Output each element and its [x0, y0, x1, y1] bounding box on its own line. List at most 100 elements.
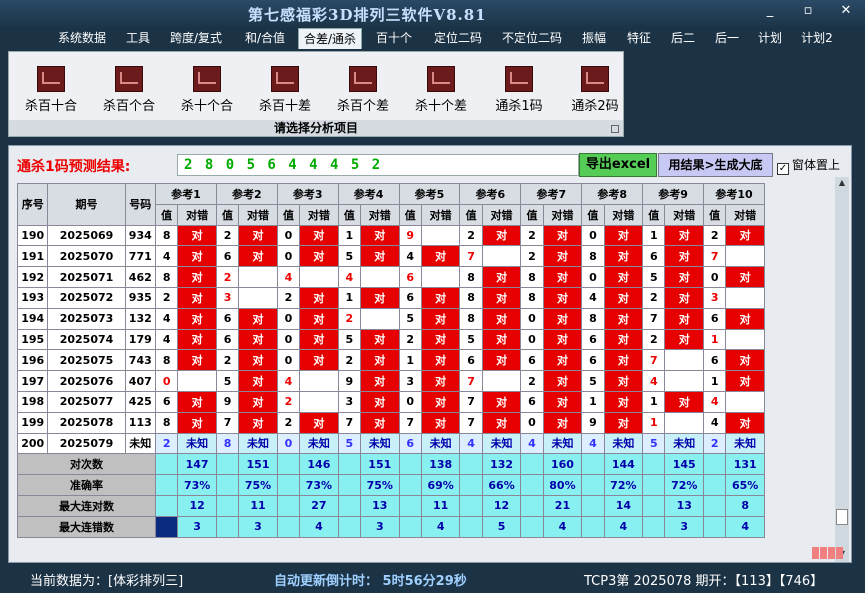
- menu-item[interactable]: 合差/通杀: [298, 28, 362, 49]
- stat-spacer: [703, 515, 727, 538]
- table-row[interactable]: 194 2025073 132 4 对 6 对 0 对 2 5 对 8 对 0 对 8 对 7 对 6 对: [16, 307, 765, 330]
- ribbon-button[interactable]: 杀百个合: [93, 66, 165, 114]
- forecast-value-cell: 4: [581, 432, 605, 455]
- ribbon-expand-icon[interactable]: [611, 125, 619, 133]
- seq-cell: 198: [16, 390, 49, 413]
- menu-item[interactable]: 振幅: [576, 28, 612, 49]
- stat-value: 4: [299, 515, 339, 538]
- value-cell: 6: [703, 349, 727, 372]
- scroll-thumb[interactable]: [836, 509, 848, 525]
- menu-item[interactable]: 定位二码: [428, 28, 488, 49]
- table-row[interactable]: 195 2025074 179 4 对 6 对 0 对 5 对 2 对 5 对 0 对 6 对 2 对 1: [16, 328, 765, 351]
- ribbon-button[interactable]: 杀十个差: [405, 66, 477, 114]
- check-cell: [725, 245, 765, 268]
- menu-item[interactable]: 特征: [620, 28, 658, 49]
- ref-header: 参考2: [215, 183, 278, 205]
- value-cell: 7: [459, 411, 483, 434]
- value-cell: 4: [154, 307, 179, 330]
- menu-item[interactable]: 百十个: [372, 28, 416, 49]
- stat-spacer: [276, 494, 301, 517]
- stat-value: 72%: [664, 474, 705, 496]
- value-cell: 8: [581, 245, 605, 268]
- forecast-row[interactable]: 200 2025079 未知 2 未知 8 未知 0 未知 5 未知 6 未知 4 未知 4 未知 4 未知 5 未知 2…: [16, 432, 765, 455]
- seq-cell: 193: [16, 286, 49, 309]
- scroll-up-icon[interactable]: ▲: [836, 178, 848, 190]
- stat-spacer: [215, 474, 240, 496]
- value-cell: 2: [398, 328, 422, 351]
- ribbon-panel: 请选择分析项目 杀百十合 杀百个合 杀十个合 杀百十差 杀百个差 杀十个差 通杀1码 通杀2码: [8, 51, 624, 137]
- check-cell: 对: [360, 328, 400, 351]
- check-header: 对错: [177, 203, 217, 226]
- value-cell: 7: [398, 411, 422, 434]
- menu-item[interactable]: 计划2: [796, 28, 838, 49]
- check-cell: [725, 390, 765, 413]
- close-icon[interactable]: ✕: [836, 3, 856, 18]
- ribbon-button[interactable]: 通杀1码: [483, 66, 555, 114]
- stat-spacer: [337, 453, 362, 476]
- issue-cell: 2025079: [47, 432, 126, 455]
- check-cell: [299, 370, 339, 392]
- table-row[interactable]: 199 2025078 113 8 对 7 对 2 对 7 对 7 对 7 对 0 对 9 对 1 4 对: [16, 411, 765, 434]
- ribbon-caption: 请选择分析项目: [9, 120, 623, 136]
- pin-window-checkbox[interactable]: ✓ 窗体置上: [777, 156, 840, 175]
- table-row[interactable]: 193 2025072 935 2 对 3 2 对 1 对 6 对 8 对 8 对 4 对 2 对 3: [16, 286, 765, 309]
- table-row[interactable]: 198 2025077 425 6 对 9 对 2 3 对 0 对 7 对 6 对 1 对 1 对 4: [16, 390, 765, 413]
- stat-spacer: [520, 494, 544, 517]
- stat-spacer: [642, 515, 666, 538]
- value-cell: 1: [642, 411, 666, 434]
- check-cell: 对: [542, 224, 583, 247]
- checkbox-check-icon[interactable]: ✓: [777, 163, 789, 175]
- ribbon-button-label: 杀百十差: [258, 99, 311, 114]
- ribbon-button[interactable]: 杀百个差: [327, 66, 399, 114]
- menu-item[interactable]: 和/合值: [238, 28, 292, 49]
- ribbon-button[interactable]: 杀百十合: [15, 66, 87, 114]
- minimize-icon[interactable]: _: [760, 3, 780, 18]
- value-cell: 7: [459, 245, 483, 268]
- unknown-cell: 未知: [603, 432, 644, 455]
- value-cell: 7: [337, 411, 362, 434]
- check-cell: 对: [542, 266, 583, 288]
- seq-cell: 200: [16, 432, 49, 455]
- prediction-result-field[interactable]: 2 8 0 5 6 4 4 4 5 2: [177, 154, 579, 176]
- stat-row: 准确率 73% 75% 73% 75% 69% 66% 80% 72% 72% 65%: [17, 474, 765, 496]
- table-row[interactable]: 190 2025069 934 8 对 2 对 0 对 1 对 9 2 对 2 对 0 对 1 对 2 对: [16, 224, 765, 247]
- check-cell: [664, 411, 705, 434]
- export-excel-button[interactable]: 导出excel: [579, 153, 657, 177]
- restore-icon[interactable]: ▫: [798, 3, 818, 18]
- table-row[interactable]: 197 2025076 407 0 5 对 4 9 对 3 对 7 2 对 5 对 4 1 对: [16, 370, 765, 392]
- menu-item[interactable]: 系统数据: [53, 28, 111, 49]
- check-cell: [481, 245, 522, 268]
- value-cell: 1: [642, 390, 666, 413]
- check-cell: 对: [725, 411, 765, 434]
- menu-item[interactable]: 工具: [120, 28, 156, 49]
- menu-item[interactable]: 后二: [664, 28, 702, 49]
- value-cell: 1: [337, 224, 362, 247]
- auto-update-countdown: 自动更新倒计时： 5时56分29秒: [274, 574, 467, 589]
- generate-base-button[interactable]: 用结果>生成大底: [658, 153, 773, 177]
- ref-header: 参考9: [642, 183, 705, 205]
- vertical-scrollbar[interactable]: ▲ ▼: [835, 177, 849, 562]
- stat-value: 144: [603, 453, 644, 476]
- check-cell: 对: [481, 307, 522, 330]
- menu-item[interactable]: 计划: [754, 28, 786, 49]
- check-cell: 对: [481, 224, 522, 247]
- prediction-label: 通杀1码预测结果:: [17, 159, 131, 175]
- table-row[interactable]: 192 2025071 462 8 对 2 4 4 6 8 对 8 对 0 对 5 对 0 对: [16, 266, 765, 288]
- stat-spacer: [581, 494, 605, 517]
- check-cell: 对: [360, 224, 400, 247]
- value-cell: 2: [215, 224, 240, 247]
- number-cell: 未知: [124, 432, 157, 455]
- check-cell: 对: [664, 390, 705, 413]
- menu-item[interactable]: 跨度/复式: [164, 28, 228, 49]
- check-cell: 对: [420, 349, 461, 372]
- menu-item[interactable]: 不定位二码: [496, 28, 568, 49]
- analysis-table: 序号 期号 号码 参考1 参考2 参考3 参考4 参考5 参考6 参考7 参考8 参考9 参考10 值对错…: [16, 183, 765, 538]
- check-cell: 对: [725, 370, 765, 392]
- check-cell: [299, 390, 339, 413]
- table-row[interactable]: 191 2025070 771 4 对 6 对 0 对 5 对 4 对 7 2 对 8 对 6 对 7: [16, 245, 765, 268]
- ribbon-button[interactable]: 杀十个合: [171, 66, 243, 114]
- menu-item[interactable]: 后一: [708, 28, 746, 49]
- table-row[interactable]: 196 2025075 743 8 对 2 对 0 对 2 对 1 对 6 对 6 对 6 对 7 6 对: [16, 349, 765, 372]
- ribbon-button[interactable]: 通杀2码: [559, 66, 631, 114]
- ribbon-button[interactable]: 杀百十差: [249, 66, 321, 114]
